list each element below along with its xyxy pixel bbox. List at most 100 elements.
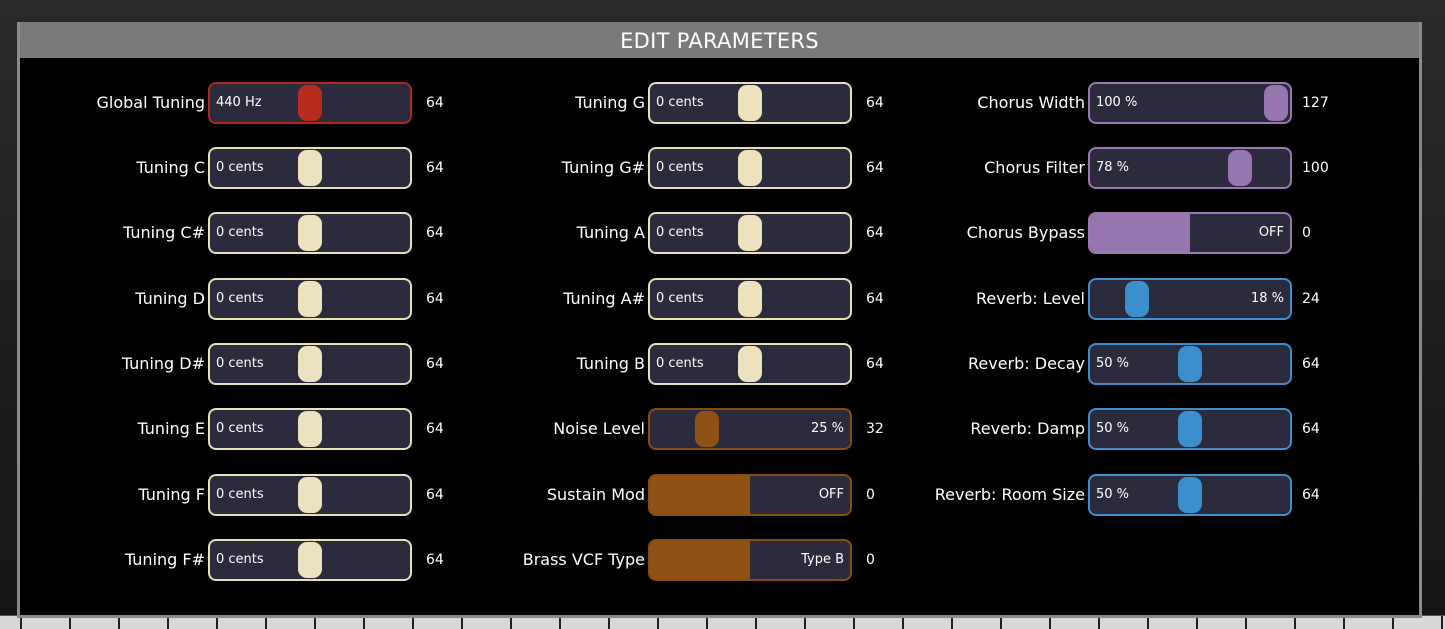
chorus-width-slider[interactable]: 100 %	[1088, 82, 1292, 124]
tuning-g-display: 0 cents	[656, 95, 704, 110]
tuning-c-display: 0 cents	[216, 160, 264, 175]
tuning-b-knob[interactable]	[738, 346, 762, 382]
reverb-room-slider[interactable]: 50 %	[1088, 474, 1292, 516]
brass-vcf-type-value: 0	[866, 552, 875, 568]
tuning-e-display: 0 cents	[216, 421, 264, 436]
reverb-level-label: Reverb: Level	[976, 289, 1085, 308]
chorus-width-knob[interactable]	[1264, 85, 1288, 121]
tuning-c-slider[interactable]: 0 cents	[208, 147, 412, 189]
sustain-mod-display: OFF	[818, 487, 844, 502]
tuning-f-slider[interactable]: 0 cents	[208, 474, 412, 516]
chorus-bypass-slider[interactable]: OFF	[1088, 212, 1292, 254]
tuning-b-slider[interactable]: 0 cents	[648, 343, 852, 385]
tuning-gs-value: 64	[866, 160, 884, 176]
sustain-mod-slider[interactable]: OFF	[648, 474, 852, 516]
tuning-cs-knob[interactable]	[298, 215, 322, 251]
noise-level-slider[interactable]: 25 %	[648, 408, 852, 450]
reverb-damp-knob[interactable]	[1178, 411, 1202, 447]
tuning-as-knob[interactable]	[738, 281, 762, 317]
sustain-mod-fill	[650, 476, 750, 514]
reverb-decay-value: 64	[1302, 356, 1320, 372]
reverb-damp-display: 50 %	[1096, 421, 1130, 436]
tuning-f-display: 0 cents	[216, 487, 264, 502]
tuning-gs-label: Tuning G#	[561, 158, 645, 177]
sustain-mod-label: Sustain Mod	[546, 485, 645, 504]
tuning-d-slider[interactable]: 0 cents	[208, 278, 412, 320]
tuning-g-slider[interactable]: 0 cents	[648, 82, 852, 124]
tuning-b-display: 0 cents	[656, 356, 704, 371]
tuning-as-value: 64	[866, 291, 884, 307]
brass-vcf-type-display: Type B	[801, 552, 844, 567]
global-tuning-label: Global Tuning	[96, 93, 206, 112]
reverb-level-slider[interactable]: 18 %	[1088, 278, 1292, 320]
tuning-a-display: 0 cents	[656, 225, 704, 240]
tuning-e-label: Tuning E	[137, 419, 205, 438]
global-tuning-knob[interactable]	[298, 85, 322, 121]
tuning-g-value: 64	[866, 95, 884, 111]
chorus-width-label: Chorus Width	[977, 93, 1085, 112]
brass-vcf-type-fill	[650, 541, 750, 579]
tuning-ds-knob[interactable]	[298, 346, 322, 382]
reverb-decay-label: Reverb: Decay	[968, 354, 1085, 373]
tuning-e-value: 64	[426, 421, 444, 437]
reverb-damp-value: 64	[1302, 421, 1320, 437]
tuning-a-slider[interactable]: 0 cents	[648, 212, 852, 254]
tuning-ds-slider[interactable]: 0 cents	[208, 343, 412, 385]
chorus-filter-slider[interactable]: 78 %	[1088, 147, 1292, 189]
tuning-cs-slider[interactable]: 0 cents	[208, 212, 412, 254]
tuning-cs-label: Tuning C#	[122, 223, 205, 242]
tuning-d-display: 0 cents	[216, 291, 264, 306]
chorus-bypass-label: Chorus Bypass	[966, 223, 1085, 242]
reverb-damp-slider[interactable]: 50 %	[1088, 408, 1292, 450]
global-tuning-value: 64	[426, 95, 444, 111]
tuning-c-knob[interactable]	[298, 150, 322, 186]
tuning-as-slider[interactable]: 0 cents	[648, 278, 852, 320]
tuning-f-knob[interactable]	[298, 477, 322, 513]
chorus-width-value: 127	[1302, 95, 1329, 111]
tuning-fs-label: Tuning F#	[124, 550, 205, 569]
tuning-cs-display: 0 cents	[216, 225, 264, 240]
reverb-level-knob[interactable]	[1125, 281, 1149, 317]
tuning-c-label: Tuning C	[136, 158, 205, 177]
tuning-c-value: 64	[426, 160, 444, 176]
key-divider	[1441, 616, 1443, 629]
reverb-room-value: 64	[1302, 487, 1320, 503]
noise-level-label: Noise Level	[553, 419, 645, 438]
tuning-ds-value: 64	[426, 356, 444, 372]
tuning-fs-slider[interactable]: 0 cents	[208, 539, 412, 581]
reverb-damp-label: Reverb: Damp	[970, 419, 1085, 438]
chorus-bypass-fill	[1090, 214, 1190, 252]
reverb-decay-knob[interactable]	[1178, 346, 1202, 382]
tuning-g-knob[interactable]	[738, 85, 762, 121]
tuning-as-display: 0 cents	[656, 291, 704, 306]
chorus-bypass-display: OFF	[1258, 225, 1284, 240]
tuning-b-value: 64	[866, 356, 884, 372]
noise-level-value: 32	[866, 421, 884, 437]
tuning-fs-knob[interactable]	[298, 542, 322, 578]
tuning-a-knob[interactable]	[738, 215, 762, 251]
noise-level-knob[interactable]	[695, 411, 719, 447]
reverb-room-knob[interactable]	[1178, 477, 1202, 513]
brass-vcf-type-label: Brass VCF Type	[522, 550, 645, 569]
reverb-level-value: 24	[1302, 291, 1320, 307]
tuning-a-value: 64	[866, 225, 884, 241]
noise-level-display: 25 %	[810, 421, 844, 436]
global-tuning-display: 440 Hz	[216, 95, 262, 110]
reverb-room-label: Reverb: Room Size	[934, 485, 1085, 504]
tuning-d-label: Tuning D	[135, 289, 205, 308]
brass-vcf-type-slider[interactable]: Type B	[648, 539, 852, 581]
chorus-filter-knob[interactable]	[1228, 150, 1252, 186]
global-tuning-slider[interactable]: 440 Hz	[208, 82, 412, 124]
reverb-level-display: 18 %	[1250, 291, 1284, 306]
tuning-as-label: Tuning A#	[563, 289, 645, 308]
reverb-decay-slider[interactable]: 50 %	[1088, 343, 1292, 385]
chorus-filter-label: Chorus Filter	[984, 158, 1085, 177]
tuning-e-slider[interactable]: 0 cents	[208, 408, 412, 450]
tuning-d-value: 64	[426, 291, 444, 307]
tuning-f-label: Tuning F	[138, 485, 205, 504]
tuning-fs-value: 64	[426, 552, 444, 568]
tuning-e-knob[interactable]	[298, 411, 322, 447]
tuning-gs-slider[interactable]: 0 cents	[648, 147, 852, 189]
tuning-gs-knob[interactable]	[738, 150, 762, 186]
tuning-d-knob[interactable]	[298, 281, 322, 317]
